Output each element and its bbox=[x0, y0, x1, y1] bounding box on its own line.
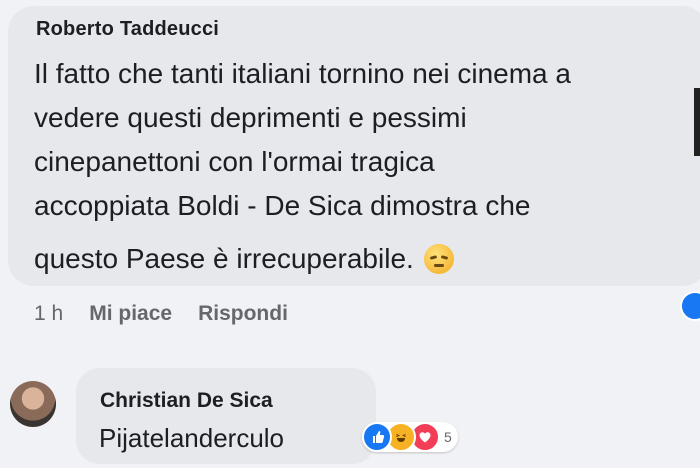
comment-author[interactable]: Roberto Taddeucci bbox=[36, 18, 219, 41]
reaction-summary[interactable]: 5 bbox=[362, 422, 458, 452]
avatar[interactable] bbox=[10, 381, 56, 427]
comment-timestamp[interactable]: 1 h bbox=[34, 302, 63, 326]
comment-line: cinepanettoni con l'ormai tragica bbox=[34, 146, 435, 177]
comment-actions: 1 h Mi piace Rispondi bbox=[34, 302, 288, 326]
reaction-count: 5 bbox=[444, 429, 452, 445]
reply-link[interactable]: Rispondi bbox=[198, 302, 288, 326]
thumbs-up-reaction-icon bbox=[362, 422, 392, 452]
comment-text: Il fatto che tanti italiani tornino nei … bbox=[34, 52, 700, 281]
like-reaction-icon[interactable] bbox=[680, 291, 700, 321]
comment-thread: Roberto Taddeucci Il fatto che tanti ita… bbox=[0, 0, 700, 468]
reply-author[interactable]: Christian De Sica bbox=[100, 389, 273, 413]
reply-text: Pijatelanderculo bbox=[99, 423, 285, 453]
comment-line: Il fatto che tanti italiani tornino nei … bbox=[34, 58, 571, 89]
comment-line: accoppiata Boldi - De Sica dimostra che bbox=[34, 190, 531, 221]
edge-divider bbox=[694, 88, 700, 156]
like-link[interactable]: Mi piace bbox=[89, 302, 172, 326]
comment-line: vedere questi deprimenti e pessimi bbox=[34, 102, 467, 133]
comment-line: questo Paese è irrecuperabile. bbox=[34, 243, 414, 274]
comment-line-last: questo Paese è irrecuperabile. bbox=[34, 237, 700, 281]
sad-face-emoji-icon bbox=[423, 244, 454, 274]
